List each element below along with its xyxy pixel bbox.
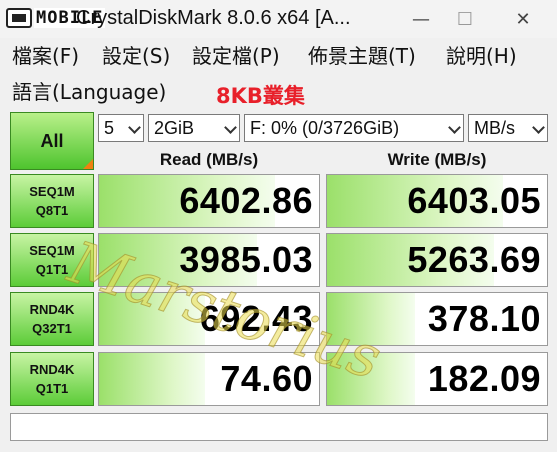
read-column-header: Read (MB/s) (159, 150, 259, 169)
test-size-value: 2GiB (154, 117, 195, 138)
menu-theme[interactable]: 佈景主題(T) (308, 40, 416, 69)
logo-icon (6, 8, 32, 28)
write-result-cell: 5263.69 (326, 233, 548, 287)
rnd4k-q32t1-button[interactable]: RND4K Q32T1 (10, 292, 94, 346)
all-button-label: All (40, 130, 64, 151)
read-value: 3985.03 (179, 239, 313, 280)
chevron-down-icon (224, 121, 237, 134)
cluster-size-annotation: 8KB叢集 (216, 84, 305, 108)
read-value: 692.43 (199, 298, 313, 339)
write-value: 6403.05 (407, 180, 541, 221)
test-name: SEQ1M (29, 243, 75, 258)
test-params: Q1T1 (35, 262, 69, 277)
menu-settings[interactable]: 設定(S) (102, 40, 170, 69)
drive-select[interactable]: F: 0% (0/3726GiB) (244, 114, 464, 142)
read-level-bar (99, 353, 205, 405)
write-level-bar (327, 293, 415, 345)
test-params: Q32T1 (32, 321, 72, 336)
seq1m-q8t1-button[interactable]: SEQ1M Q8T1 (10, 174, 94, 228)
menu-bar: 檔案(F) 設定(S) 設定檔(P) 佈景主題(T) 說明(H) (0, 40, 557, 70)
write-value: 5263.69 (407, 239, 541, 280)
chevron-down-icon (128, 121, 141, 134)
read-result-cell: 6402.86 (98, 174, 320, 228)
maximize-button[interactable]: ☐ (442, 0, 488, 38)
test-name: RND4K (29, 302, 75, 317)
minimize-button[interactable]: — (398, 0, 444, 38)
comment-field[interactable] (10, 413, 548, 441)
test-name: SEQ1M (29, 184, 75, 199)
test-name: RND4K (29, 362, 75, 377)
test-params: Q8T1 (35, 203, 69, 218)
test-count-select[interactable]: 5 (98, 114, 144, 142)
write-value: 182.09 (427, 358, 541, 399)
drive-value: F: 0% (0/3726GiB) (250, 117, 400, 138)
title-bar: MOBILE CrystalDiskMark 8.0.6 x64 [A... —… (0, 0, 557, 38)
read-value: 6402.86 (179, 180, 313, 221)
read-result-cell: 3985.03 (98, 233, 320, 287)
write-column-header: Write (MB/s) (387, 150, 487, 169)
read-result-cell: 74.60 (98, 352, 320, 406)
write-result-cell: 6403.05 (326, 174, 548, 228)
close-button[interactable]: ✕ (500, 0, 546, 38)
seq1m-q1t1-button[interactable]: SEQ1M Q1T1 (10, 233, 94, 287)
menu-help[interactable]: 說明(H) (446, 40, 517, 69)
menu-file[interactable]: 檔案(F) (12, 40, 79, 69)
menu-language[interactable]: 語言(Language) (12, 76, 166, 105)
chevron-down-icon (448, 121, 461, 134)
test-count-value: 5 (104, 117, 115, 138)
write-level-bar (327, 353, 415, 405)
menu-profile[interactable]: 設定檔(P) (192, 40, 280, 69)
read-level-bar (99, 293, 205, 345)
unit-select[interactable]: MB/s (468, 114, 548, 142)
chevron-down-icon (532, 121, 545, 134)
corner-marker-icon (83, 159, 93, 169)
write-result-cell: 182.09 (326, 352, 548, 406)
read-result-cell: 692.43 (98, 292, 320, 346)
read-value: 74.60 (220, 358, 313, 399)
write-value: 378.10 (427, 298, 541, 339)
unit-value: MB/s (474, 117, 516, 138)
test-size-select[interactable]: 2GiB (148, 114, 240, 142)
test-params: Q1T1 (35, 381, 69, 396)
window-title: CrystalDiskMark 8.0.6 x64 [A... (76, 7, 351, 29)
write-result-cell: 378.10 (326, 292, 548, 346)
rnd4k-q1t1-button[interactable]: RND4K Q1T1 (10, 352, 94, 406)
all-button[interactable]: All (10, 112, 94, 170)
